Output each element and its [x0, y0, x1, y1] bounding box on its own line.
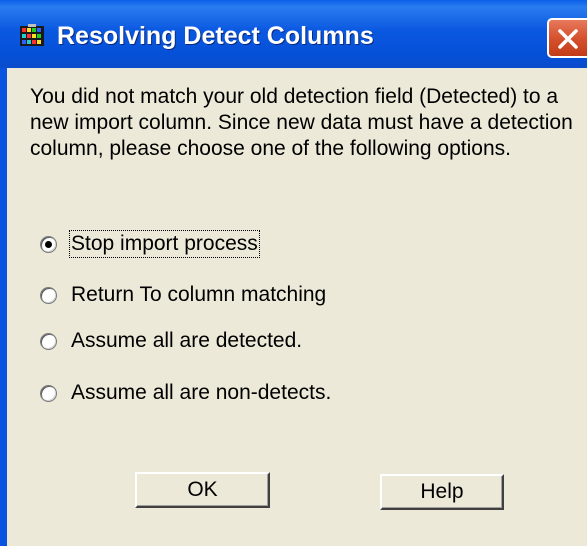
- option-assume-non-detects[interactable]: Assume all are non-detects.: [40, 378, 331, 408]
- grid-app-icon: [20, 24, 44, 46]
- close-icon: [558, 29, 578, 49]
- option-label[interactable]: Assume all are detected.: [71, 329, 302, 353]
- option-return-to-matching[interactable]: Return To column matching: [40, 280, 326, 310]
- option-assume-detected[interactable]: Assume all are detected.: [40, 326, 302, 356]
- title-bar[interactable]: Resolving Detect Columns: [0, 0, 587, 68]
- ok-button[interactable]: OK: [135, 472, 270, 508]
- dialog-window: Resolving Detect Columns You did not mat…: [0, 0, 587, 546]
- radio-button[interactable]: [40, 332, 57, 350]
- window-title: Resolving Detect Columns: [57, 22, 374, 50]
- option-stop-import[interactable]: Stop import process: [40, 229, 260, 259]
- instruction-text: You did not match your old detection fie…: [30, 85, 573, 160]
- option-label[interactable]: Stop import process: [69, 230, 260, 258]
- radio-button-selected[interactable]: [40, 235, 57, 253]
- option-label[interactable]: Return To column matching: [71, 283, 326, 307]
- radio-button[interactable]: [40, 384, 57, 402]
- option-label[interactable]: Assume all are non-detects.: [71, 381, 331, 405]
- help-button[interactable]: Help: [380, 474, 504, 510]
- radio-button[interactable]: [40, 286, 57, 304]
- close-button[interactable]: [547, 18, 587, 58]
